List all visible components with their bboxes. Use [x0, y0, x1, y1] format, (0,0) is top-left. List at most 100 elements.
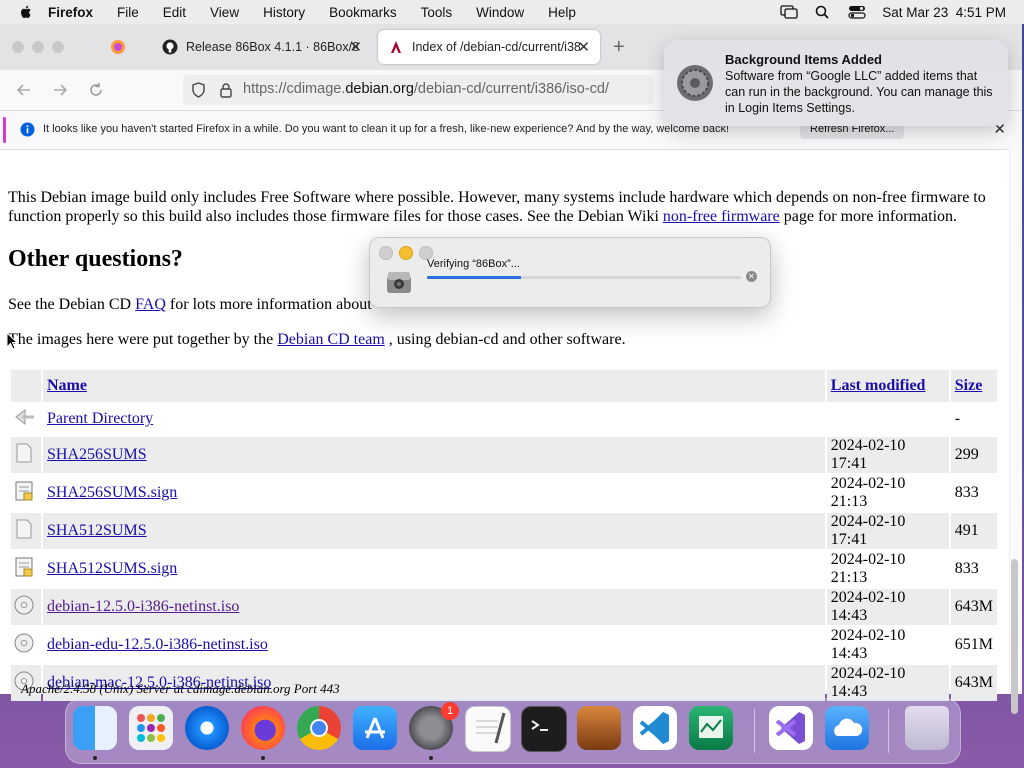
trash-icon[interactable]	[905, 706, 949, 750]
visual-studio-icon[interactable]	[769, 706, 813, 750]
faq-link[interactable]: FAQ	[135, 296, 166, 313]
spotlight-search-icon[interactable]	[814, 5, 832, 19]
icloud-icon[interactable]	[825, 706, 869, 750]
window-minimize-button[interactable]	[32, 41, 44, 53]
notification-body: Software from “Google LLC” added items t…	[725, 69, 993, 115]
verify-progress-fill	[427, 276, 522, 279]
file-link[interactable]: SHA512SUMS.sign	[47, 560, 177, 577]
firmware-paragraph: This Debian image build only includes Fr…	[8, 188, 998, 226]
background-items-notification[interactable]: Background Items Added Software from “Go…	[664, 40, 1008, 126]
menu-app-name[interactable]: Firefox	[48, 5, 93, 20]
firefox-icon[interactable]	[241, 706, 285, 750]
menu-help[interactable]: Help	[548, 5, 576, 20]
reload-icon[interactable]	[88, 82, 104, 98]
tab-debian-index[interactable]: Index of /debian-cd/current/i38 ✕	[378, 30, 600, 64]
installer-drive-icon	[387, 272, 411, 293]
table-header-row: Name Last modified Size	[11, 370, 997, 402]
row-size-cell: 643M	[950, 589, 997, 625]
menubar-clock[interactable]: Sat Mar 23 4:51 PM	[882, 5, 1006, 20]
row-name-cell: SHA512SUMS.sign	[43, 551, 825, 587]
garageband-icon[interactable]	[577, 706, 621, 750]
activity-monitor-icon[interactable]	[689, 706, 733, 750]
new-tab-icon[interactable]: +	[613, 36, 625, 59]
iso-link[interactable]: debian-12.5.0-i386-netinst.iso	[47, 598, 239, 615]
forward-arrow-icon[interactable]	[52, 82, 68, 98]
system-settings-gear-icon	[677, 65, 713, 101]
lock-icon[interactable]	[219, 82, 233, 98]
launchpad-icon[interactable]	[129, 706, 173, 750]
row-name-cell: debian-edu-12.5.0-i386-netinst.iso	[43, 627, 825, 663]
non-free-firmware-link[interactable]: non-free firmware	[663, 208, 780, 225]
back-arrow-icon[interactable]	[16, 82, 32, 98]
sort-by-size-link[interactable]: Size	[955, 377, 983, 394]
table-row: SHA256SUMS 2024-02-10 17:41 299	[11, 437, 997, 473]
app-store-icon[interactable]	[353, 706, 397, 750]
menu-bookmarks[interactable]: Bookmarks	[329, 5, 397, 20]
menu-tools[interactable]: Tools	[421, 5, 453, 20]
row-icon-cell	[11, 513, 41, 549]
team-tail: , using debian-cd and other software.	[388, 331, 626, 348]
menu-file[interactable]: File	[117, 5, 139, 20]
menu-view[interactable]: View	[210, 5, 239, 20]
debian-cd-team-link[interactable]: Debian CD team	[277, 331, 385, 348]
running-indicator	[93, 756, 97, 760]
row-size-cell: 491	[950, 513, 997, 549]
row-name-cell: Parent Directory	[43, 404, 825, 436]
url-bar[interactable]: https://cdimage.debian.org/debian-cd/cur…	[183, 75, 653, 105]
screen-mirroring-icon[interactable]	[780, 5, 798, 19]
row-icon-cell	[11, 627, 41, 663]
verify-progress-bar	[427, 276, 741, 279]
sort-by-name-link[interactable]: Name	[47, 377, 87, 394]
parent-directory-link[interactable]: Parent Directory	[47, 410, 153, 427]
row-icon-cell	[11, 404, 41, 436]
tab-debian-title: Index of /debian-cd/current/i38	[412, 40, 580, 54]
firefox-view-icon	[111, 40, 125, 54]
infobar-message: It looks like you haven't started Firefo…	[43, 123, 730, 135]
tracking-shield-icon[interactable]	[191, 82, 206, 98]
file-link[interactable]: SHA256SUMS	[47, 446, 147, 463]
iso-link[interactable]: debian-edu-12.5.0-i386-netinst.iso	[47, 636, 268, 653]
tab-github-release[interactable]: Release 86Box 4.1.1 · 86Box/86 ✕	[152, 30, 372, 64]
control-center-icon[interactable]	[848, 5, 866, 19]
row-modified-cell: 2024-02-10 21:13	[830, 475, 906, 510]
row-modified-cell: 2024-02-10 14:43	[830, 627, 906, 662]
debian-icon	[391, 41, 401, 53]
apple-icon[interactable]	[18, 4, 34, 20]
firmware-tail: page for more information.	[783, 208, 958, 225]
menu-edit[interactable]: Edit	[163, 5, 186, 20]
dialog-minimize-button[interactable]	[399, 246, 413, 260]
sort-by-modified-link[interactable]: Last modified	[831, 377, 926, 394]
menu-history[interactable]: History	[263, 5, 305, 20]
running-indicator	[261, 756, 265, 760]
row-size-cell: 643M	[950, 665, 997, 701]
tab-close-icon[interactable]: ✕	[349, 38, 362, 56]
row-name-cell: SHA256SUMS	[43, 437, 825, 473]
chrome-icon[interactable]	[297, 706, 341, 750]
vscode-icon[interactable]	[633, 706, 677, 750]
row-size-cell: 651M	[954, 636, 993, 653]
window-close-button[interactable]	[12, 41, 24, 53]
tab-firefox-view[interactable]	[110, 30, 142, 64]
cancel-verify-icon[interactable]: ✕	[746, 271, 757, 282]
back-icon	[15, 408, 34, 425]
table-row: SHA256SUMS.sign 2024-02-10 21:13 833	[11, 475, 997, 511]
dock-separator	[888, 709, 889, 753]
row-modified-cell: 2024-02-10 14:43	[826, 589, 949, 625]
url-prefix: https://cdimage.	[243, 81, 346, 97]
textedit-icon[interactable]	[465, 706, 511, 752]
scrollbar-thumb[interactable]	[1011, 559, 1018, 714]
terminal-icon[interactable]	[521, 706, 567, 752]
tab-close-icon[interactable]: ✕	[577, 38, 590, 56]
name-column-header: Name	[43, 370, 825, 402]
file-link[interactable]: SHA512SUMS	[47, 522, 147, 539]
dialog-close-button[interactable]	[379, 246, 393, 260]
finder-icon[interactable]	[73, 706, 117, 750]
mouse-cursor-icon	[6, 331, 19, 355]
menu-window[interactable]: Window	[476, 5, 524, 20]
faq-tail: for lots more information about	[169, 296, 372, 313]
table-row: SHA512SUMS.sign 2024-02-10 21:13 833	[11, 551, 997, 587]
window-zoom-button[interactable]	[52, 41, 64, 53]
table-row: SHA512SUMS 2024-02-10 17:41 491	[11, 513, 997, 549]
file-link[interactable]: SHA256SUMS.sign	[47, 484, 177, 501]
safari-icon[interactable]	[185, 706, 229, 750]
